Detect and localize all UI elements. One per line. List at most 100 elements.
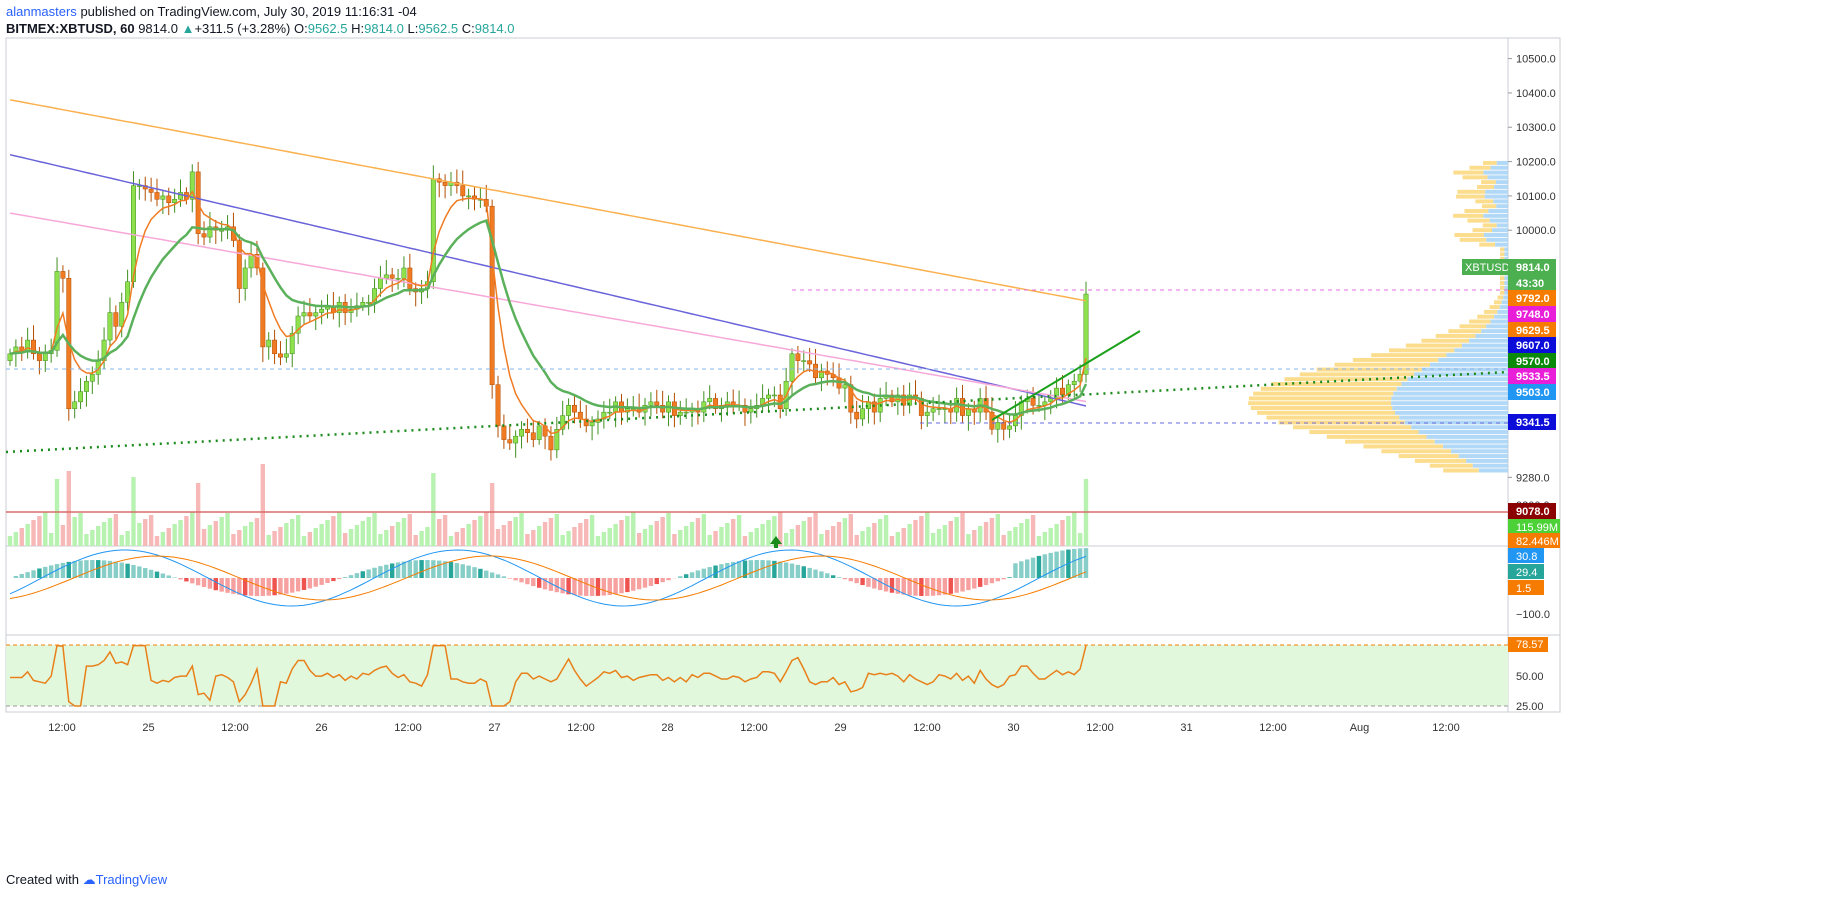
volume-bar (78, 513, 83, 546)
volume-bar (319, 524, 324, 546)
candle-body (148, 188, 154, 193)
volume-bar (225, 513, 230, 546)
volume-bar (642, 529, 648, 546)
volume-bar (413, 535, 418, 546)
macd-histogram-bar (166, 575, 171, 578)
volume-profile-bar (1453, 170, 1484, 175)
volume-profile-bar (1467, 218, 1490, 223)
volume-bar (7, 536, 13, 546)
macd-histogram-bar (125, 563, 130, 578)
candle-body (1060, 387, 1065, 396)
macd-histogram-bar (154, 571, 160, 578)
volume-bar (683, 526, 689, 546)
candle-body (460, 185, 466, 197)
x-tick-label: 26 (315, 722, 327, 734)
macd-histogram-bar (213, 578, 218, 591)
volume-bar (107, 518, 113, 546)
price-axis-value: 43:30 (1516, 278, 1544, 290)
candle-body (1007, 425, 1013, 430)
volume-bar (442, 515, 448, 546)
volume-profile-bar (1464, 208, 1489, 213)
macd-histogram-bar (754, 560, 759, 578)
volume-profile-bar (1485, 189, 1508, 194)
macd-histogram-bar (489, 572, 495, 578)
volume-profile-bar (1469, 165, 1491, 170)
macd-histogram-bar (137, 566, 142, 578)
price-axis-value: 9814.0 (1516, 262, 1550, 274)
volume-profile-bar (1504, 276, 1508, 281)
volume-profile-bar (1248, 401, 1392, 406)
volume-bar (337, 512, 342, 546)
candle-body (860, 408, 866, 420)
y-tick-label: 9280.0 (1516, 472, 1550, 484)
volume-bar (625, 516, 630, 546)
volume-bar (37, 516, 42, 546)
candle-body (683, 411, 689, 414)
price-axis-value: 9533.5 (1516, 371, 1550, 383)
macd-histogram-bar (266, 578, 271, 596)
macd-histogram-bar (977, 578, 983, 587)
volume-profile-bar (1472, 228, 1493, 233)
x-tick-label: 12:00 (221, 722, 249, 734)
volume-bar (489, 483, 495, 546)
macd-histogram-bar (1007, 577, 1012, 578)
macd-histogram-bar (836, 577, 842, 578)
macd-histogram-bar (84, 560, 89, 578)
macd-histogram-bar (237, 578, 242, 595)
candle-body (54, 271, 60, 351)
macd-histogram-bar (72, 561, 77, 578)
volume-bar (783, 533, 789, 546)
volume-bar (748, 532, 754, 546)
volume-profile-bar (1496, 160, 1508, 165)
macd-histogram-bar (495, 574, 501, 578)
price-axis-value: 9078.0 (1516, 506, 1550, 518)
volume-bar (719, 527, 724, 546)
volume-bar (25, 524, 30, 546)
macd-histogram-bar (636, 578, 642, 590)
volume-bar (619, 520, 624, 546)
volume-bar (883, 515, 889, 546)
volume-bar (983, 522, 989, 546)
volume-bar (966, 534, 971, 546)
volume-bar (237, 530, 242, 546)
volume-bar (331, 516, 336, 546)
volume-bar (219, 517, 224, 546)
volume-bar (172, 524, 177, 546)
macd-histogram-bar (325, 578, 330, 584)
candle-body (466, 195, 472, 198)
volume-profile-bar (1477, 184, 1495, 189)
volume-profile-bar (1391, 401, 1508, 406)
macd-histogram-bar (901, 578, 906, 595)
volume-profile-bar (1496, 204, 1508, 209)
macd-histogram-bar (789, 563, 795, 578)
x-tick-label: 12:00 (394, 722, 422, 734)
volume-bar (666, 513, 671, 546)
tradingview-link[interactable]: TradingView (96, 872, 168, 887)
candle-body (842, 384, 848, 389)
macd-histogram-bar (307, 578, 313, 589)
volume-bar (707, 535, 712, 546)
macd-histogram-bar (366, 569, 371, 578)
volume-bar (1066, 516, 1071, 546)
candle-body (707, 398, 713, 403)
x-tick-label: 31 (1180, 722, 1192, 734)
candle-body (801, 360, 807, 362)
volume-bar (584, 519, 589, 546)
ma200-line (9, 99, 1087, 302)
rsi-tick-label: 25.00 (1516, 701, 1544, 713)
volume-bar (854, 535, 859, 546)
macd-histogram-bar (1072, 548, 1077, 578)
y-tick-label: 10000.0 (1516, 225, 1556, 237)
volume-profile-bar (1486, 324, 1508, 329)
ma50-line (9, 212, 1087, 403)
volume-bar (19, 528, 24, 546)
volume-profile-bar (1504, 252, 1508, 257)
candle-body (501, 425, 507, 440)
macd-histogram-bar (948, 578, 953, 594)
chart-canvas[interactable]: 12:00 25 12:00 26 12:00 27 12:00 28 12:00 29 12:00… (0, 0, 1828, 898)
volume-bar (531, 530, 536, 546)
candle-body (201, 233, 207, 238)
volume-bar (536, 526, 542, 546)
volume-bar (1019, 523, 1024, 546)
volume-bar (525, 534, 530, 546)
